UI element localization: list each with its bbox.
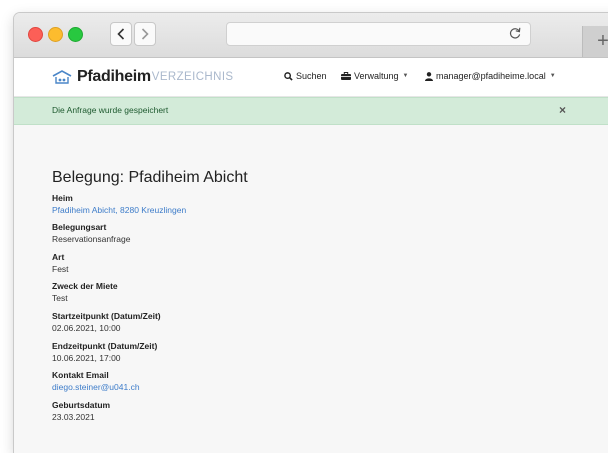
field-value: Reservationsanfrage: [52, 234, 131, 244]
caret-down-icon: ▼: [402, 73, 409, 79]
field-startzeitpunkt: Startzeitpunkt (Datum/Zeit) 02.06.2021, …: [52, 311, 161, 334]
address-bar[interactable]: [226, 22, 531, 46]
chevron-left-icon: [117, 28, 125, 40]
plus-icon: +: [597, 30, 608, 52]
field-value: 10.06.2021, 17:00: [52, 353, 121, 363]
field-belegungsart: Belegungsart Reservationsanfrage: [52, 222, 130, 245]
forward-button[interactable]: [134, 22, 156, 46]
nav-search-label: Suchen: [296, 71, 327, 81]
field-label: Startzeitpunkt (Datum/Zeit): [52, 311, 161, 321]
field-kontakt-email: Kontakt Email diego.steiner@u041.ch: [52, 370, 140, 393]
field-value: 02.06.2021, 10:00: [52, 323, 121, 333]
field-value: Fest: [52, 264, 69, 274]
browser-toolbar: +: [14, 13, 608, 58]
reload-icon[interactable]: [508, 26, 522, 40]
nav-admin-dropdown[interactable]: Verwaltung ▼: [341, 71, 408, 81]
nav-user-label: manager@pfadiheime.local: [436, 71, 546, 81]
minimize-window-button[interactable]: [48, 27, 63, 42]
new-tab-button[interactable]: +: [582, 26, 608, 57]
alert-message: Die Anfrage wurde gespeichert: [52, 105, 169, 115]
field-label: Endzeitpunkt (Datum/Zeit): [52, 341, 158, 351]
field-art: Art Fest: [52, 252, 69, 275]
heim-link[interactable]: Pfadiheim Abicht, 8280 Kreuzlingen: [52, 205, 186, 216]
field-geburtsdatum: Geburtsdatum 23.03.2021: [52, 400, 110, 423]
nav-admin-label: Verwaltung: [354, 71, 399, 81]
field-label: Geburtsdatum: [52, 400, 111, 410]
close-window-button[interactable]: [28, 27, 43, 42]
house-icon: [52, 70, 72, 84]
page-title: Belegung: Pfadiheim Abicht: [52, 169, 248, 186]
field-endzeitpunkt: Endzeitpunkt (Datum/Zeit) 10.06.2021, 17…: [52, 341, 157, 364]
field-value: 23.03.2021: [52, 412, 95, 422]
caret-down-icon: ▼: [549, 73, 556, 79]
field-value: Test: [52, 293, 68, 303]
field-label: Heim: [52, 193, 73, 203]
maximize-window-button[interactable]: [68, 27, 83, 42]
search-icon: [284, 71, 293, 81]
brand-logo[interactable]: Pfadiheim VERZEICHNIS: [52, 68, 233, 86]
brand-subtitle: VERZEICHNIS: [151, 71, 234, 83]
back-button[interactable]: [110, 22, 132, 46]
browser-window: + Pfadiheim VERZEICHNIS Suchen Verwaltun…: [14, 13, 608, 453]
app-navbar: Pfadiheim VERZEICHNIS Suchen Verwaltung …: [14, 58, 608, 97]
briefcase-icon: [341, 72, 351, 80]
field-zweck: Zweck der Miete Test: [52, 281, 118, 304]
field-label: Zweck der Miete: [52, 281, 118, 291]
alert-close-icon[interactable]: ×: [559, 103, 566, 117]
brand-name: Pfadiheim: [77, 68, 151, 85]
user-icon: [425, 71, 433, 81]
nav-user-dropdown[interactable]: manager@pfadiheime.local ▼: [425, 71, 556, 81]
page-content: Pfadiheim VERZEICHNIS Suchen Verwaltung …: [14, 58, 608, 453]
nav-search[interactable]: Suchen: [284, 71, 327, 81]
field-label: Art: [52, 252, 65, 262]
email-link[interactable]: diego.steiner@u041.ch: [52, 382, 140, 393]
success-alert: Die Anfrage wurde gespeichert ×: [14, 97, 608, 125]
field-label: Belegungsart: [52, 222, 107, 232]
field-heim: Heim Pfadiheim Abicht, 8280 Kreuzlingen: [52, 193, 186, 216]
chevron-right-icon: [141, 28, 149, 40]
field-label: Kontakt Email: [52, 370, 109, 380]
